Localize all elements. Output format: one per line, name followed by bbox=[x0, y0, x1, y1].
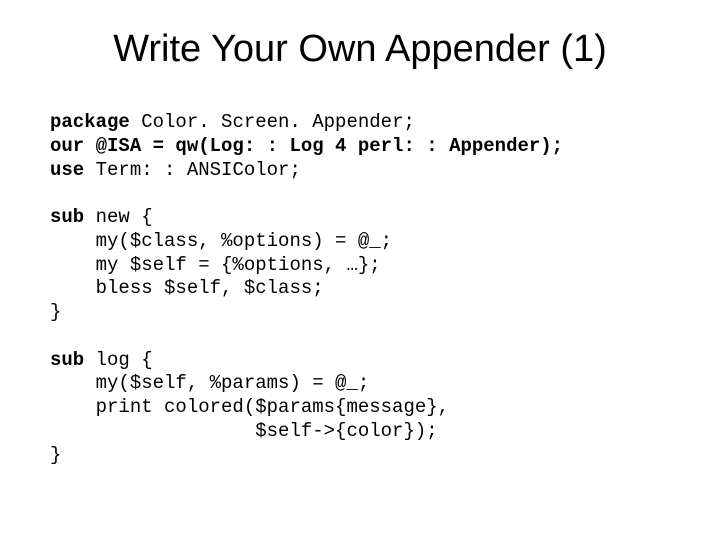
isa-line: our @ISA = qw(Log: : Log 4 perl: : Appen… bbox=[50, 135, 563, 157]
code-text: my($class, %options) = @_; bbox=[50, 230, 392, 252]
code-text: my($self, %params) = @_; bbox=[50, 372, 369, 394]
code-text: Color. Screen. Appender; bbox=[130, 111, 415, 133]
kw-use: use bbox=[50, 159, 84, 181]
code-text: } bbox=[50, 444, 61, 466]
slide: Write Your Own Appender (1) package Colo… bbox=[0, 0, 720, 540]
kw-sub: sub bbox=[50, 349, 84, 371]
kw-sub: sub bbox=[50, 206, 84, 228]
code-text: my $self = {%options, …}; bbox=[50, 254, 381, 276]
code-text: bless $self, $class; bbox=[50, 277, 324, 299]
code-text: $self->{color}); bbox=[50, 420, 438, 442]
code-text: } bbox=[50, 301, 61, 323]
code-text: Term: : ANSIColor; bbox=[84, 159, 301, 181]
kw-package: package bbox=[50, 111, 130, 133]
code-text: new { bbox=[84, 206, 152, 228]
slide-title: Write Your Own Appender (1) bbox=[50, 28, 670, 71]
code-text: print colored($params{message}, bbox=[50, 396, 449, 418]
code-block: package Color. Screen. Appender; our @IS… bbox=[50, 111, 670, 467]
code-text: log { bbox=[84, 349, 152, 371]
